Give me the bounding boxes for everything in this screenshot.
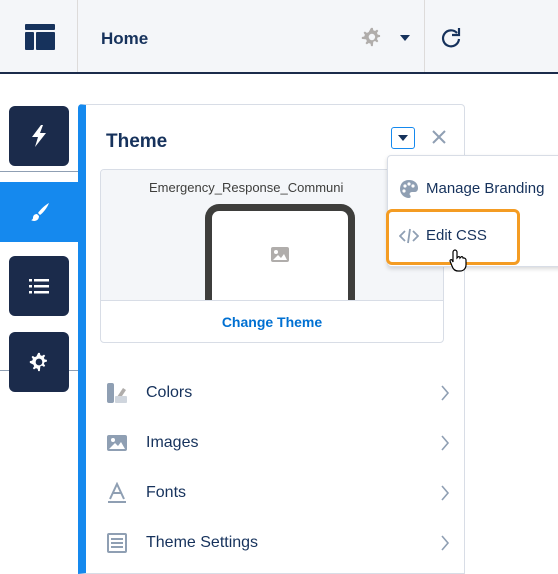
- chevron-down-icon: [400, 35, 410, 41]
- font-icon: [108, 482, 126, 503]
- theme-options-dropdown-button[interactable]: [391, 127, 415, 149]
- colors-icon: [107, 383, 127, 403]
- menu-item-theme-settings[interactable]: Theme Settings: [86, 518, 465, 568]
- menu-item-label: Manage Branding: [426, 180, 545, 197]
- menu-item-fonts[interactable]: Fonts: [86, 468, 465, 518]
- gear-icon: [361, 27, 381, 47]
- device-preview: [205, 204, 355, 300]
- page-settings-button[interactable]: [360, 26, 410, 50]
- palette-icon: [400, 180, 418, 198]
- canvas-guide-line: [0, 171, 78, 172]
- rail-theme-button[interactable]: [0, 182, 79, 242]
- menu-item-label: Images: [146, 434, 199, 451]
- menu-item-manage-branding[interactable]: Manage Branding: [388, 165, 558, 211]
- rail-settings-button[interactable]: [9, 332, 69, 392]
- header-divider: [77, 0, 78, 72]
- panel-title: Theme: [106, 131, 168, 152]
- menu-item-label: Fonts: [146, 484, 187, 501]
- refresh-icon[interactable]: [440, 27, 462, 49]
- builder-header: Home: [0, 0, 558, 74]
- page-selector-label[interactable]: Home: [101, 29, 148, 49]
- menu-item-label: Theme Settings: [146, 534, 259, 551]
- chevron-right-icon: [441, 435, 450, 451]
- lightning-icon: [32, 125, 46, 147]
- header-divider: [424, 0, 425, 72]
- settings-layout-icon: [107, 533, 127, 553]
- rail-components-button[interactable]: [9, 106, 69, 166]
- image-icon: [271, 247, 289, 262]
- rail-pages-button[interactable]: [9, 256, 69, 316]
- image-icon: [107, 435, 127, 451]
- hand-cursor-icon: [449, 249, 467, 272]
- close-icon[interactable]: [428, 126, 450, 148]
- chevron-right-icon: [441, 385, 450, 401]
- menu-item-label: Colors: [146, 384, 193, 401]
- change-theme-link[interactable]: Change Theme: [101, 300, 443, 342]
- chevron-right-icon: [441, 485, 450, 501]
- brush-icon: [30, 203, 49, 221]
- theme-name: Emergency_Response_Communi: [149, 180, 344, 195]
- list-icon: [29, 279, 49, 294]
- layout-icon[interactable]: [25, 24, 55, 50]
- chevron-right-icon: [441, 535, 450, 551]
- gear-icon: [29, 352, 47, 372]
- menu-item-colors[interactable]: Colors: [86, 368, 465, 418]
- menu-item-images[interactable]: Images: [86, 418, 465, 468]
